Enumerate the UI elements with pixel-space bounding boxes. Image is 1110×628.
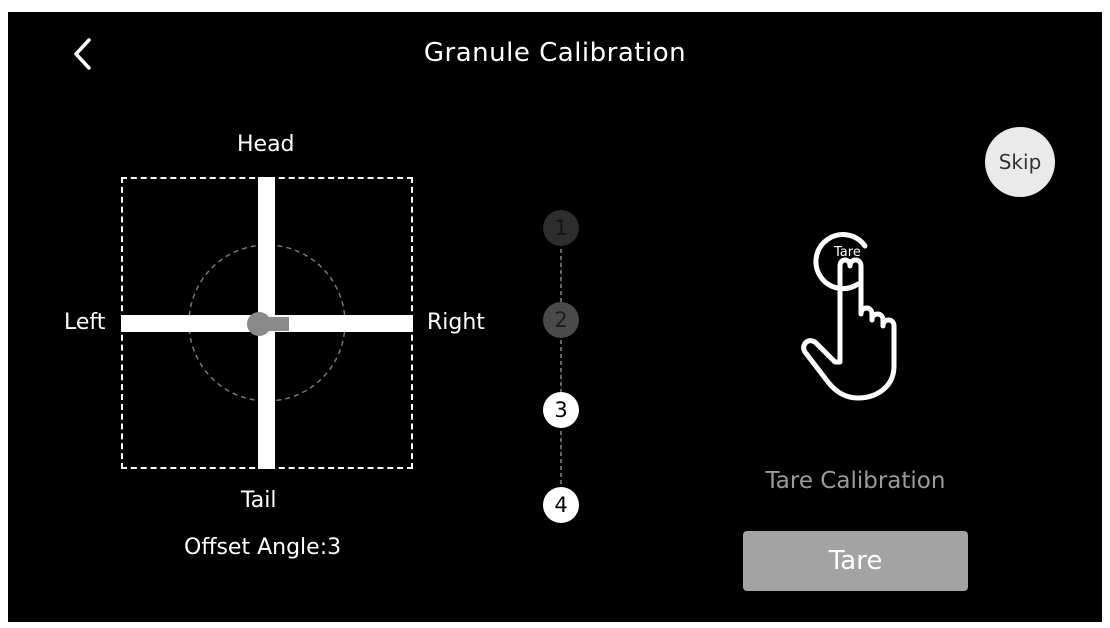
step-3: 3 [543,392,579,428]
offset-angle-label: Offset Angle:3 [184,535,342,560]
step-connector [560,242,562,504]
left-label: Left [64,310,106,335]
step-1: 1 [543,210,579,246]
tail-label: Tail [241,488,277,513]
hand-tap-icon: Tare [783,226,933,406]
sensor-pointer [259,317,289,331]
step-4: 4 [543,487,579,523]
right-label: Right [427,310,485,335]
head-label: Head [237,132,295,157]
tare-calibration-label: Tare Calibration [765,468,946,494]
page-title: Granule Calibration [423,38,687,68]
orientation-cross [121,177,413,469]
step-2: 2 [543,302,579,338]
skip-button[interactable]: Skip [985,127,1055,197]
tare-badge-text: Tare [833,245,861,260]
hand-tap-graphic: Tare [801,232,897,401]
tare-button[interactable]: Tare [743,531,968,591]
calibration-screen: Granule Calibration Head Left Right Tail… [8,12,1102,622]
